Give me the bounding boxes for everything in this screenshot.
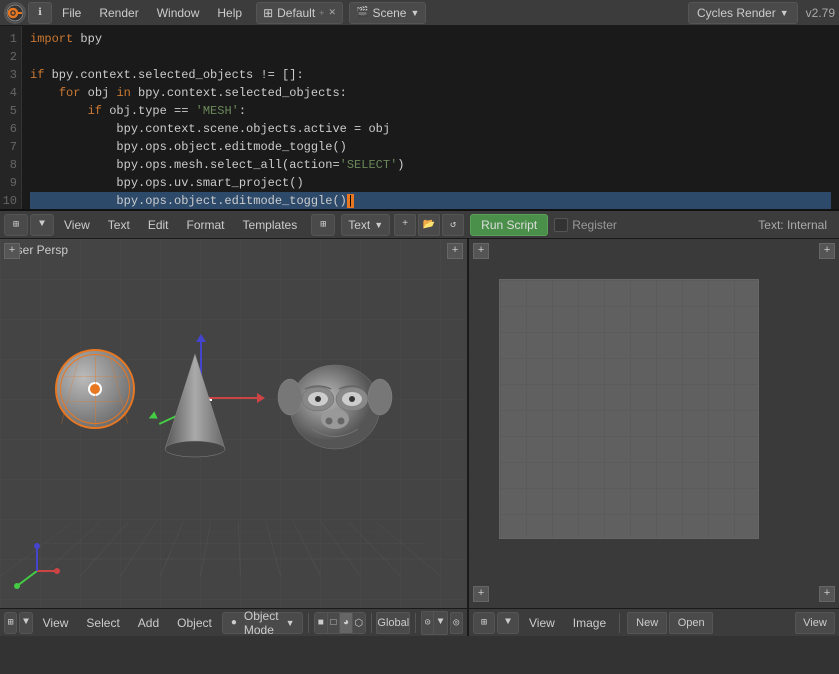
uv-expand-br[interactable]: + [819, 586, 835, 602]
code-line-10: bpy.ops.object.editmode_toggle()| [30, 192, 831, 209]
viewport-expand-tr[interactable]: + [447, 243, 463, 259]
code-content[interactable]: import bpy if bpy.context.selected_objec… [22, 26, 839, 209]
menu-window[interactable]: Window [149, 2, 208, 24]
floor-grid [0, 521, 467, 576]
menu-render[interactable]: Render [91, 2, 146, 24]
code-line-4: for obj in bpy.context.selected_objects: [30, 84, 831, 102]
scene-label: Scene [372, 6, 406, 20]
snap-group: ⊙ ▼ [421, 611, 448, 635]
uv-bottom-type[interactable]: ▼ [497, 612, 519, 634]
text-menu-view[interactable]: View [56, 213, 98, 237]
uv-separator-1 [619, 613, 620, 633]
uv-bottom-toolbar: ⊞ ▼ View Image New Open View [469, 608, 839, 636]
object-cone[interactable] [160, 349, 230, 449]
uv-editor: + + + + ⊞ ▼ View Image New Open View [469, 239, 839, 636]
toolbar-separator-3 [415, 613, 416, 633]
code-line-1: import bpy [30, 30, 831, 48]
render-engine-label: Cycles Render [697, 6, 776, 20]
text-menu-format[interactable]: Format [179, 213, 233, 237]
uv-view-right: View [795, 612, 835, 634]
viewport-bottom-type[interactable]: ▼ [19, 612, 32, 634]
menu-help[interactable]: Help [209, 2, 250, 24]
scene-selector[interactable]: 🎬 Scene ▼ [349, 2, 426, 24]
code-line-7: bpy.ops.object.editmode_toggle() [30, 138, 831, 156]
run-script-button[interactable]: Run Script [470, 214, 548, 236]
blender-logo [4, 2, 26, 24]
uv-menu-view[interactable]: View [521, 611, 563, 635]
viewport-menu-select[interactable]: Select [78, 611, 127, 635]
viewport-shading-buttons: ■ □ ◕ ⬡ [314, 612, 366, 634]
toolbar-separator-1 [308, 613, 309, 633]
menu-file[interactable]: File [54, 2, 89, 24]
uv-grid-inner [500, 280, 758, 538]
shade-textured-btn[interactable]: ⬡ [353, 613, 365, 634]
text-internal-label: Text: Internal [758, 218, 835, 232]
code-line-8: bpy.ops.mesh.select_all(action='SELECT') [30, 156, 831, 174]
viewport-area: + + User Persp [0, 239, 839, 636]
uv-open-btn[interactable]: Open [669, 612, 713, 634]
code-line-6: bpy.context.scene.objects.active = obj [30, 120, 831, 138]
object-mode-selector[interactable]: ● Object Mode ▼ [222, 612, 304, 634]
uv-image-controls: New Open [627, 612, 713, 634]
render-engine-selector[interactable]: Cycles Render ▼ [688, 2, 798, 24]
top-menu-bar: ℹ File Render Window Help ⊞ Default + ✕ … [0, 0, 839, 26]
text-file-name: Text [348, 218, 370, 232]
blender-version: v2.79 [806, 6, 835, 20]
text-menu-text[interactable]: Text [100, 213, 138, 237]
snap-type-btn[interactable]: ▼ [434, 612, 446, 634]
code-line-2 [30, 48, 831, 66]
register-checkbox[interactable] [554, 218, 568, 232]
viewport-menu-object[interactable]: Object [169, 611, 220, 635]
workspace-selector[interactable]: ⊞ Default + ✕ [256, 2, 343, 24]
scene-icon: 🎬 [356, 7, 368, 18]
object-monkey[interactable] [270, 339, 390, 459]
line-numbers: 1 2 3 4 5 6 7 8 9 10 [0, 26, 22, 209]
uv-expand-bl[interactable]: + [473, 586, 489, 602]
viewport-3d[interactable]: + + User Persp [0, 239, 469, 636]
shade-wire-btn[interactable]: □ [328, 613, 341, 634]
text-file-icon[interactable]: ⊞ [311, 214, 335, 236]
viewport-expand-tl[interactable]: + [4, 243, 20, 259]
text-editor-type-btn[interactable]: ▼ [30, 214, 54, 236]
text-new-btn[interactable]: + [394, 214, 416, 236]
uv-bottom-icon[interactable]: ⊞ [473, 612, 495, 634]
uv-new-btn[interactable]: New [627, 612, 667, 634]
code-line-5: if obj.type == 'MESH': [30, 102, 831, 120]
text-open-btn[interactable]: 📂 [418, 214, 440, 236]
viewport-3d-bottom-toolbar: ⊞ ▼ View Select Add Object ● Object Mode… [0, 608, 467, 636]
uv-expand-tr[interactable]: + [819, 243, 835, 259]
axis-widget [12, 536, 62, 591]
viewport-menu-add[interactable]: Add [130, 611, 167, 635]
toolbar-separator-2 [371, 613, 372, 633]
object-sphere[interactable] [55, 349, 145, 439]
code-editor: 1 2 3 4 5 6 7 8 9 10 import bpy if bpy.c… [0, 26, 839, 211]
shade-rendered-btn[interactable]: ◕ [340, 613, 353, 634]
workspace-icon: ⊞ [263, 6, 273, 20]
uv-grid-area [499, 279, 759, 539]
text-editor-icon-btn[interactable]: ⊞ [4, 214, 28, 236]
text-menu-edit[interactable]: Edit [140, 213, 177, 237]
global-local-btn[interactable]: Global [376, 612, 410, 634]
text-file-group: ⊞ [311, 214, 335, 236]
code-line-9: bpy.ops.uv.smart_project() [30, 174, 831, 192]
uv-expand-tl[interactable]: + [473, 243, 489, 259]
text-menu-templates[interactable]: Templates [235, 213, 306, 237]
register-area: Register [554, 218, 617, 232]
uv-view-btn[interactable]: View [795, 612, 835, 634]
text-file-selector[interactable]: Text ▼ [341, 214, 390, 236]
viewport-menu-view[interactable]: View [35, 611, 77, 635]
info-icon-btn[interactable]: ℹ [28, 2, 52, 24]
uv-menu-image[interactable]: Image [565, 611, 614, 635]
workspace-label: Default [277, 6, 315, 20]
proportional-edit-btn[interactable]: ◎ [450, 612, 463, 634]
register-label: Register [572, 218, 617, 232]
mode-label: Object Mode [244, 609, 279, 637]
shade-solid-btn[interactable]: ■ [315, 613, 328, 634]
text-editor-toolbar: ⊞ ▼ View Text Edit Format Templates ⊞ Te… [0, 211, 839, 239]
snap-btn[interactable]: ⊙ [422, 612, 435, 634]
viewport-bottom-icon[interactable]: ⊞ [4, 612, 17, 634]
code-line-3: if bpy.context.selected_objects != []: [30, 66, 831, 84]
text-reload-btn[interactable]: ↺ [442, 214, 464, 236]
